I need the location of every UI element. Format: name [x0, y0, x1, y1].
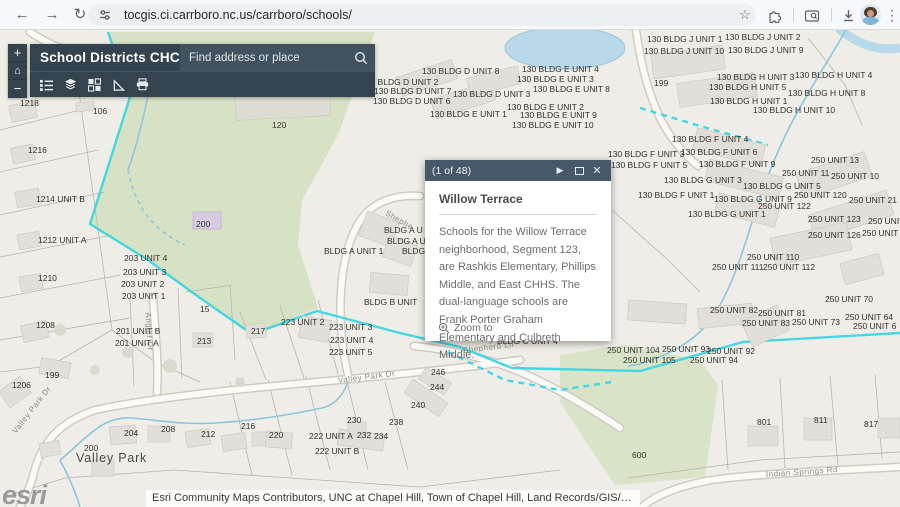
app-title: School Districts CHCCS [40, 44, 199, 71]
browser-toolbar: ← → ↻ tocgis.ci.carrboro.nc.us/carrboro/… [0, 0, 900, 30]
legend-icon[interactable] [40, 78, 53, 92]
toolbar-divider [831, 8, 832, 22]
zoom-to-label: Zoom to [454, 322, 493, 334]
zoom-controls: + ⌂ − [8, 44, 27, 98]
map-canvas[interactable]: 121810612161201214 UNIT B2001212 UNIT A1… [0, 30, 900, 507]
download-icon[interactable] [836, 4, 860, 28]
popup-title: Willow Terrace [439, 192, 597, 215]
zoom-in-button[interactable]: + [8, 44, 27, 62]
search-input[interactable] [180, 44, 347, 71]
zoom-out-button[interactable]: − [8, 80, 27, 98]
popup-text: Schools for the Willow Terrace neighborh… [439, 224, 597, 365]
avatar-body [862, 17, 879, 25]
browser-menu-icon[interactable]: ⋮ [885, 3, 899, 27]
popup-header: (1 of 48) ▶ ✕ [425, 160, 611, 181]
toolbar-divider [793, 8, 794, 22]
zoom-to-icon [438, 322, 450, 334]
search-icon[interactable] [347, 44, 375, 71]
profile-avatar[interactable] [860, 4, 881, 25]
map-attribution: Esri Community Maps Contributors, UNC at… [146, 490, 640, 507]
popup-pagination: (1 of 48) [432, 165, 547, 177]
forward-icon[interactable]: → [40, 3, 64, 27]
basemap-gallery-icon[interactable] [88, 78, 101, 92]
url-text[interactable]: tocgis.ci.carrboro.nc.us/carrboro/school… [124, 8, 734, 22]
layers-icon[interactable] [64, 78, 77, 92]
feature-popup: (1 of 48) ▶ ✕ Willow Terrace Schools for… [425, 160, 611, 341]
app-toolbar [30, 71, 375, 97]
screen: { "browser": { "url": "tocgis.ci.carrbor… [0, 0, 900, 507]
maximize-icon[interactable] [575, 167, 584, 175]
home-button[interactable]: ⌂ [8, 62, 27, 80]
app-header: School Districts CHCCS [30, 44, 375, 97]
next-feature-icon[interactable]: ▶ [553, 165, 567, 176]
search-box[interactable] [180, 44, 375, 71]
esri-logo: esri [2, 480, 46, 507]
avatar-face [867, 10, 874, 17]
back-icon[interactable]: ← [10, 3, 34, 27]
address-bar[interactable]: tocgis.ci.carrboro.nc.us/carrboro/school… [88, 4, 756, 26]
extensions-icon[interactable] [762, 4, 786, 28]
close-icon[interactable]: ✕ [590, 164, 604, 177]
zoom-to-link[interactable]: Zoom to [438, 322, 493, 334]
bookmark-star-icon[interactable]: ☆ [734, 4, 756, 26]
print-icon[interactable] [136, 78, 149, 92]
measure-icon[interactable] [112, 78, 125, 92]
sidebar-search-icon[interactable] [800, 4, 824, 28]
site-info-icon[interactable] [94, 4, 116, 26]
